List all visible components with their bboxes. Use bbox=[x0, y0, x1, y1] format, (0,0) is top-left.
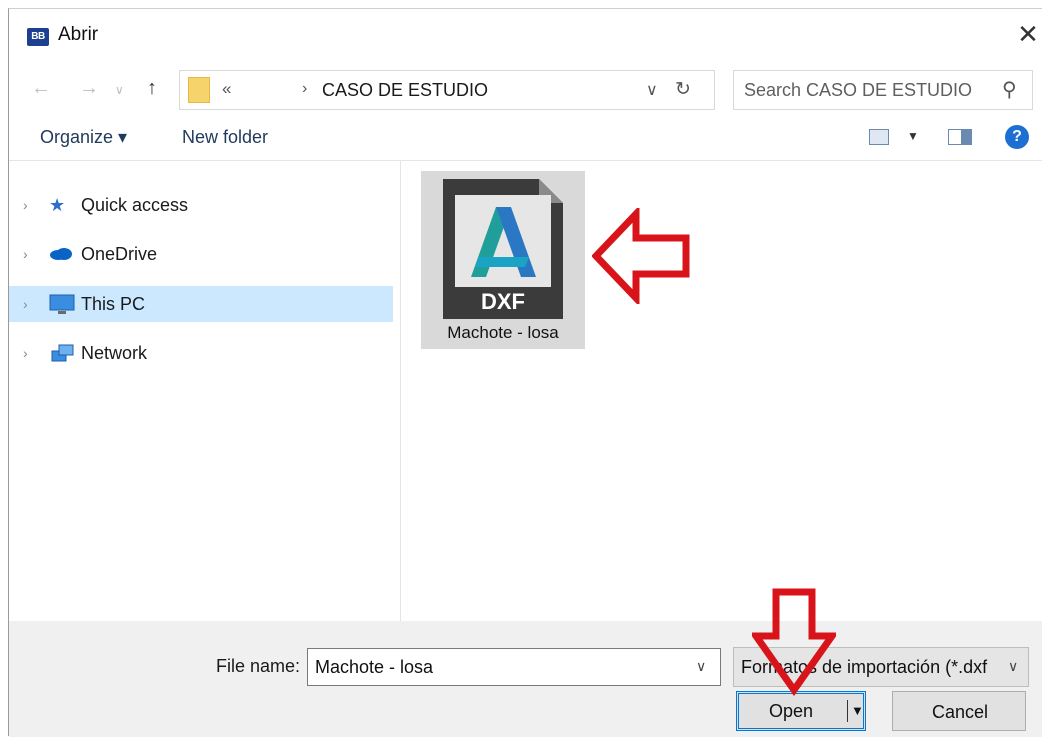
file-type-value: Formatos de importación (*.dxf bbox=[741, 657, 988, 677]
nav-item-this-pc[interactable]: › This PC bbox=[9, 286, 393, 322]
nav-item-onedrive[interactable]: › OneDrive bbox=[9, 236, 393, 272]
file-list: DXF Machote - losa bbox=[401, 161, 1042, 621]
address-dropdown-icon[interactable]: ∨ bbox=[646, 80, 658, 100]
breadcrumb-overflow[interactable]: « bbox=[222, 79, 231, 99]
close-icon[interactable]: ✕ bbox=[1013, 19, 1042, 49]
file-name-label: Machote - losa bbox=[447, 323, 559, 342]
expand-chevron-icon[interactable]: › bbox=[23, 197, 28, 213]
cancel-button-label: Cancel bbox=[931, 702, 989, 722]
expand-chevron-icon[interactable]: › bbox=[23, 246, 28, 262]
cancel-button[interactable]: Cancel bbox=[892, 691, 1026, 731]
folder-icon bbox=[188, 77, 210, 103]
change-view-icon[interactable] bbox=[869, 129, 889, 145]
dialog-title: Abrir bbox=[58, 24, 99, 45]
file-item[interactable]: DXF Machote - losa bbox=[421, 171, 585, 349]
up-arrow-icon[interactable]: ↑ bbox=[147, 77, 157, 100]
view-dropdown-icon[interactable]: ▼ bbox=[907, 129, 919, 143]
nav-label: This PC bbox=[81, 294, 146, 314]
computer-icon bbox=[49, 294, 75, 314]
address-box[interactable]: « › CASO DE ESTUDIO ∨ ↻ bbox=[179, 70, 715, 110]
title-bar: BB Abrir ✕ bbox=[9, 9, 1042, 59]
file-name-label: File name: bbox=[216, 656, 301, 676]
search-icon[interactable]: ⚲ bbox=[1002, 77, 1017, 102]
file-type-select[interactable]: Formatos de importación (*.dxf ∨ bbox=[733, 647, 1029, 687]
breadcrumb-current-folder[interactable]: CASO DE ESTUDIO bbox=[322, 80, 488, 101]
file-name-field[interactable]: Machote - losa ∨ bbox=[307, 648, 721, 686]
nav-label: Network bbox=[81, 343, 148, 363]
star-icon: ★ bbox=[49, 195, 66, 215]
search-placeholder: Search CASO DE ESTUDIO bbox=[744, 80, 973, 100]
file-type-badge: DXF bbox=[481, 289, 525, 314]
back-arrow-icon[interactable]: ← bbox=[31, 77, 51, 100]
help-icon[interactable]: ? bbox=[1005, 125, 1029, 149]
nav-item-network[interactable]: › Network bbox=[9, 335, 393, 371]
open-file-dialog: BB Abrir ✕ ← → ∨ ↑ « › CASO DE ESTUDIO ∨… bbox=[8, 8, 1042, 737]
address-bar: ← → ∨ ↑ « › CASO DE ESTUDIO ∨ ↻ Search C… bbox=[9, 69, 1042, 115]
file-name-value: Machote - losa bbox=[315, 657, 434, 677]
expand-chevron-icon[interactable]: › bbox=[23, 345, 28, 361]
open-button-label: Open bbox=[769, 701, 814, 721]
open-split-divider bbox=[847, 700, 848, 722]
search-input[interactable]: Search CASO DE ESTUDIO ⚲ bbox=[733, 70, 1033, 110]
expand-chevron-icon[interactable]: › bbox=[23, 296, 28, 312]
file-type-dropdown-icon[interactable]: ∨ bbox=[1008, 658, 1018, 675]
new-folder-button[interactable]: New folder bbox=[182, 127, 268, 148]
open-button[interactable]: Open ▼ bbox=[736, 691, 866, 731]
file-name-dropdown-icon[interactable]: ∨ bbox=[696, 658, 706, 675]
autocad-dxf-icon: DXF bbox=[443, 179, 563, 319]
preview-pane-icon[interactable] bbox=[948, 129, 972, 145]
breadcrumb-separator[interactable]: › bbox=[302, 80, 307, 98]
nav-label: Quick access bbox=[81, 195, 189, 215]
nav-item-quick-access[interactable]: › ★ Quick access bbox=[9, 187, 393, 223]
command-toolbar: Organize ▾ New folder ▼ ? bbox=[9, 115, 1042, 161]
open-dropdown-icon[interactable]: ▼ bbox=[851, 703, 864, 718]
dialog-footer: File name: Machote - losa ∨ Formatos de … bbox=[9, 621, 1042, 737]
nav-label: OneDrive bbox=[81, 244, 158, 264]
recent-locations-icon[interactable]: ∨ bbox=[115, 83, 124, 97]
app-icon: BB bbox=[27, 28, 49, 46]
refresh-icon[interactable]: ↻ bbox=[675, 78, 691, 101]
cloud-icon bbox=[49, 244, 73, 264]
network-icon bbox=[49, 343, 74, 363]
organize-button[interactable]: Organize ▾ bbox=[40, 127, 127, 148]
navigation-pane: › ★ Quick access › OneDrive › This PC › … bbox=[9, 161, 401, 621]
forward-arrow-icon[interactable]: → bbox=[79, 77, 99, 100]
